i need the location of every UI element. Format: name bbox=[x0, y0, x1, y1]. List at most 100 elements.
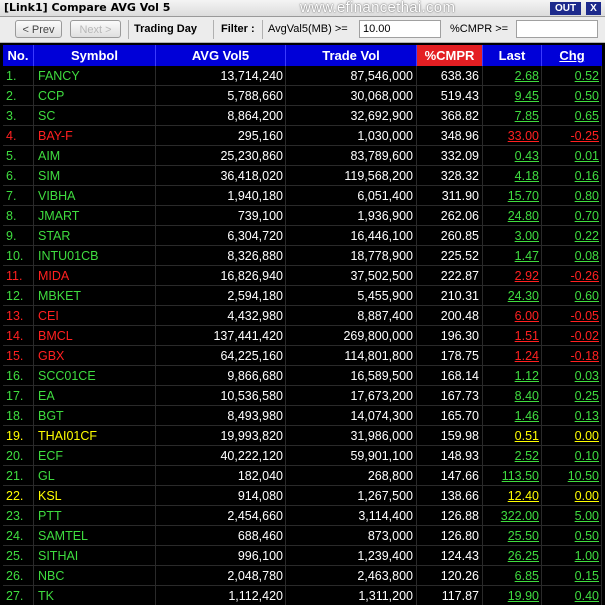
row-symbol[interactable]: BGT bbox=[34, 406, 156, 426]
table-row[interactable]: 26. NBC 2,048,780 2,463,800 120.26 6.85 0.15 bbox=[3, 566, 602, 586]
column-header-no[interactable]: No. bbox=[3, 45, 34, 66]
row-change[interactable]: 0.03 bbox=[542, 366, 602, 386]
out-button[interactable]: OUT bbox=[550, 2, 581, 15]
avgval-filter-input[interactable]: 10.00 bbox=[359, 20, 441, 38]
row-change[interactable]: 0.13 bbox=[542, 406, 602, 426]
table-row[interactable]: 3. SC 8,864,200 32,692,900 368.82 7.85 0.65 bbox=[3, 106, 602, 126]
row-change[interactable]: 0.60 bbox=[542, 286, 602, 306]
column-header-chg[interactable]: Chg bbox=[542, 45, 602, 66]
table-row[interactable]: 23. PTT 2,454,660 3,114,400 126.88 322.00 5.00 bbox=[3, 506, 602, 526]
row-last-price[interactable]: 0.51 bbox=[483, 426, 542, 446]
row-symbol[interactable]: MIDA bbox=[34, 266, 156, 286]
table-row[interactable]: 15. GBX 64,225,160 114,801,800 178.75 1.24 -0.… bbox=[3, 346, 602, 366]
row-symbol[interactable]: CCP bbox=[34, 86, 156, 106]
table-row[interactable]: 21. GL 182,040 268,800 147.66 113.50 10.50 bbox=[3, 466, 602, 486]
row-symbol[interactable]: INTU01CB bbox=[34, 246, 156, 266]
row-last-price[interactable]: 1.51 bbox=[483, 326, 542, 346]
row-last-price[interactable]: 0.43 bbox=[483, 146, 542, 166]
next-button[interactable]: Next > bbox=[70, 20, 121, 38]
row-change[interactable]: 1.00 bbox=[542, 546, 602, 566]
row-change[interactable]: 0.70 bbox=[542, 206, 602, 226]
table-row[interactable]: 1. FANCY 13,714,240 87,546,000 638.36 2.68 0.5… bbox=[3, 66, 602, 86]
cmpr-filter-input[interactable] bbox=[516, 20, 598, 38]
column-header-last[interactable]: Last bbox=[483, 45, 542, 66]
row-last-price[interactable]: 3.00 bbox=[483, 226, 542, 246]
row-change[interactable]: -0.25 bbox=[542, 126, 602, 146]
row-symbol[interactable]: MBKET bbox=[34, 286, 156, 306]
row-change[interactable]: 0.52 bbox=[542, 66, 602, 86]
row-symbol[interactable]: JMART bbox=[34, 206, 156, 226]
row-symbol[interactable]: SITHAI bbox=[34, 546, 156, 566]
table-row[interactable]: 19. THAI01CF 19,993,820 31,986,000 159.98 0.5… bbox=[3, 426, 602, 446]
row-last-price[interactable]: 113.50 bbox=[483, 466, 542, 486]
prev-button[interactable]: < Prev bbox=[15, 20, 62, 38]
row-change[interactable]: 0.01 bbox=[542, 146, 602, 166]
table-row[interactable]: 13. CEI 4,432,980 8,887,400 200.48 6.00 -0.05 bbox=[3, 306, 602, 326]
row-symbol[interactable]: SIM bbox=[34, 166, 156, 186]
table-row[interactable]: 14. BMCL 137,441,420 269,800,000 196.30 1.51-… bbox=[3, 326, 602, 346]
table-row[interactable]: 10. INTU01CB 8,326,880 18,778,900 225.52 1.47… bbox=[3, 246, 602, 266]
row-last-price[interactable]: 1.12 bbox=[483, 366, 542, 386]
row-symbol[interactable]: TK bbox=[34, 586, 156, 605]
table-row[interactable]: 9. STAR 6,304,720 16,446,100 260.85 3.00 0.22 bbox=[3, 226, 602, 246]
table-row[interactable]: 6. SIM 36,418,020 119,568,200 328.32 4.18 0.16 bbox=[3, 166, 602, 186]
table-row[interactable]: 16. SCC01CE 9,866,680 16,589,500 168.14 1.12 0… bbox=[3, 366, 602, 386]
row-symbol[interactable]: KSL bbox=[34, 486, 156, 506]
row-last-price[interactable]: 33.00 bbox=[483, 126, 542, 146]
row-symbol[interactable]: SAMTEL bbox=[34, 526, 156, 546]
row-last-price[interactable]: 24.30 bbox=[483, 286, 542, 306]
row-last-price[interactable]: 322.00 bbox=[483, 506, 542, 526]
row-last-price[interactable]: 2.92 bbox=[483, 266, 542, 286]
row-symbol[interactable]: STAR bbox=[34, 226, 156, 246]
row-change[interactable]: 0.00 bbox=[542, 426, 602, 446]
table-row[interactable]: 24. SAMTEL 688,460 873,000 126.80 25.50 0.50 bbox=[3, 526, 602, 546]
row-last-price[interactable]: 4.18 bbox=[483, 166, 542, 186]
row-symbol[interactable]: GBX bbox=[34, 346, 156, 366]
row-change[interactable]: 0.16 bbox=[542, 166, 602, 186]
row-change[interactable]: -0.18 bbox=[542, 346, 602, 366]
row-symbol[interactable]: BAY-F bbox=[34, 126, 156, 146]
row-last-price[interactable]: 26.25 bbox=[483, 546, 542, 566]
row-last-price[interactable]: 9.45 bbox=[483, 86, 542, 106]
row-change[interactable]: 0.65 bbox=[542, 106, 602, 126]
row-last-price[interactable]: 1.24 bbox=[483, 346, 542, 366]
table-row[interactable]: 5. AIM 25,230,860 83,789,600 332.09 0.43 0.01 bbox=[3, 146, 602, 166]
row-last-price[interactable]: 1.47 bbox=[483, 246, 542, 266]
row-last-price[interactable]: 24.80 bbox=[483, 206, 542, 226]
table-row[interactable]: 18. BGT 8,493,980 14,074,300 165.70 1.46 0.13 bbox=[3, 406, 602, 426]
row-change[interactable]: 5.00 bbox=[542, 506, 602, 526]
column-header-avg-vol5[interactable]: AVG Vol5 bbox=[156, 45, 286, 66]
row-last-price[interactable]: 25.50 bbox=[483, 526, 542, 546]
row-symbol[interactable]: PTT bbox=[34, 506, 156, 526]
column-header-symbol[interactable]: Symbol bbox=[34, 45, 156, 66]
row-last-price[interactable]: 6.00 bbox=[483, 306, 542, 326]
row-symbol[interactable]: FANCY bbox=[34, 66, 156, 86]
row-last-price[interactable]: 2.52 bbox=[483, 446, 542, 466]
row-last-price[interactable]: 19.90 bbox=[483, 586, 542, 605]
table-row[interactable]: 22. KSL 914,080 1,267,500 138.66 12.40 0.00 bbox=[3, 486, 602, 506]
row-last-price[interactable]: 12.40 bbox=[483, 486, 542, 506]
row-last-price[interactable]: 2.68 bbox=[483, 66, 542, 86]
row-symbol[interactable]: GL bbox=[34, 466, 156, 486]
row-change[interactable]: 0.40 bbox=[542, 586, 602, 605]
row-last-price[interactable]: 6.85 bbox=[483, 566, 542, 586]
row-change[interactable]: 0.15 bbox=[542, 566, 602, 586]
row-change[interactable]: 10.50 bbox=[542, 466, 602, 486]
row-symbol[interactable]: AIM bbox=[34, 146, 156, 166]
row-symbol[interactable]: NBC bbox=[34, 566, 156, 586]
table-row[interactable]: 25. SITHAI 996,100 1,239,400 124.43 26.25 1.00 bbox=[3, 546, 602, 566]
row-last-price[interactable]: 15.70 bbox=[483, 186, 542, 206]
row-change[interactable]: 0.00 bbox=[542, 486, 602, 506]
row-change[interactable]: 0.22 bbox=[542, 226, 602, 246]
table-row[interactable]: 2. CCP 5,788,660 30,068,000 519.43 9.45 0.50 bbox=[3, 86, 602, 106]
table-row[interactable]: 7. VIBHA 1,940,180 6,051,400 311.90 15.70 0.80 bbox=[3, 186, 602, 206]
row-symbol[interactable]: THAI01CF bbox=[34, 426, 156, 446]
table-row[interactable]: 4. BAY-F 295,160 1,030,000 348.96 33.00 -0.25 bbox=[3, 126, 602, 146]
close-button[interactable]: X bbox=[586, 2, 601, 15]
row-symbol[interactable]: EA bbox=[34, 386, 156, 406]
row-change[interactable]: -0.26 bbox=[542, 266, 602, 286]
row-change[interactable]: 0.25 bbox=[542, 386, 602, 406]
table-row[interactable]: 27. TK 1,112,420 1,311,200 117.87 19.90 0.40 bbox=[3, 586, 602, 605]
row-symbol[interactable]: SCC01CE bbox=[34, 366, 156, 386]
row-change[interactable]: 0.80 bbox=[542, 186, 602, 206]
